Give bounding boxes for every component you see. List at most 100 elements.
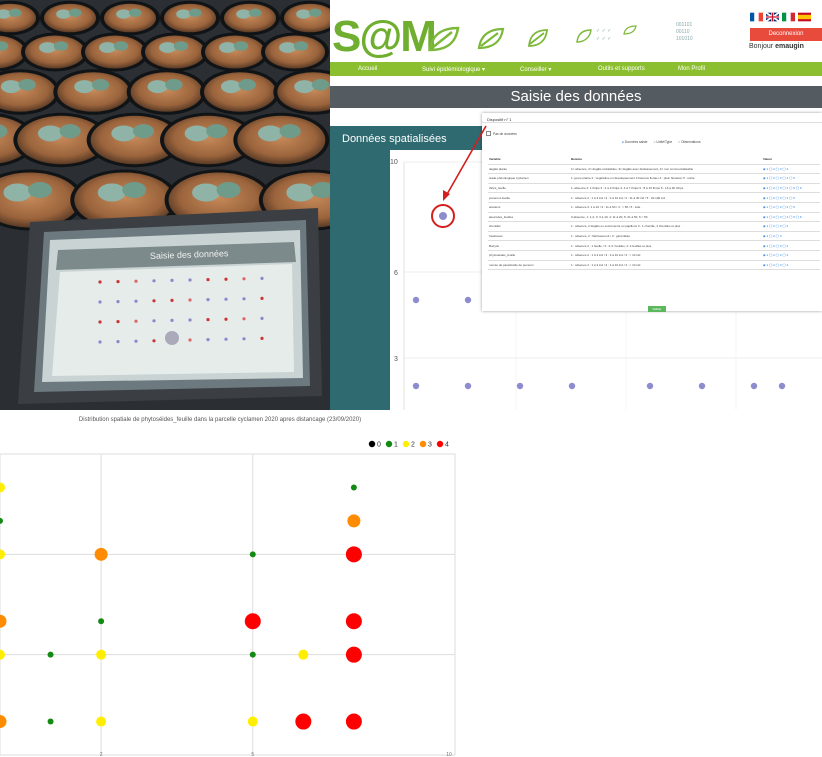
scatter-point <box>350 484 357 491</box>
header-code: 101010 <box>676 36 693 42</box>
scatter-point <box>94 547 108 561</box>
tablet-plot-point <box>134 319 138 323</box>
nav-item-suivi[interactable]: Suivi épidémiologique ▾ <box>422 66 485 73</box>
scale-description: 1: absence 2: 1 thrips 3 : 2 à 3 thrips … <box>570 183 762 194</box>
scatter-point <box>0 649 5 660</box>
scatter-point <box>0 715 7 729</box>
table-row: stade phénologique cyclamen 1: jeune plan… <box>488 173 820 184</box>
cyclamen-leaf <box>286 183 315 202</box>
section-title: Données spatialisées <box>342 133 447 145</box>
tablet-plot-point <box>170 318 174 322</box>
table-row: aleurodes_feuilles 0 absence, 1: 1-2, 3: … <box>488 212 820 223</box>
pot-soil <box>104 3 156 33</box>
tablet-plot-point <box>188 278 192 282</box>
cyclamen-leaf <box>219 42 236 53</box>
scatter-point <box>96 649 107 660</box>
tablet-plot-point <box>224 297 228 301</box>
cyclamen-leaf <box>296 9 311 19</box>
cyclamen-leaf <box>220 80 242 94</box>
tablet-plot-point <box>152 279 156 283</box>
flag-uk-icon[interactable] <box>766 12 779 22</box>
tablet-plot-point <box>224 317 228 321</box>
cyclamen-leaf <box>258 125 283 142</box>
plot-point[interactable] <box>646 382 654 390</box>
greeting: Bonjour emaugin <box>749 43 804 50</box>
scatter-point <box>347 514 361 528</box>
rating-radio-group[interactable]: ◉ 1 ◯ 2 ◯ 3 ◯ 4 ◯ 5 <box>762 173 820 184</box>
scale-description: 1 : absence 2 : 1 à 3 ind / 3 : 4 à 10 i… <box>570 192 762 203</box>
scatter-point <box>345 546 362 563</box>
plot-point[interactable] <box>464 382 472 390</box>
logout-button[interactable]: Deconnexion <box>750 28 822 41</box>
tablet-plot-point <box>116 300 120 304</box>
cyclamen-leaf <box>99 42 116 53</box>
cyclamen-leaf <box>216 182 241 198</box>
cyclamen-leaf <box>116 9 131 19</box>
scale-description: 1 : absence 2 : 1 à 3 ind / 3 : 4 à 10 i… <box>570 260 762 271</box>
plot-point[interactable] <box>750 382 758 390</box>
plot-point[interactable] <box>516 382 524 390</box>
pot-soil <box>204 72 276 112</box>
tablet-plot-point <box>134 299 138 303</box>
leaf-icon <box>528 29 548 47</box>
nav-item-conseiller[interactable]: Conseiller ▾ <box>520 66 551 73</box>
rating-radio-group[interactable]: ◉ 1 ◯ 2 ◯ 3 ◯ 4 <box>762 240 820 251</box>
flag-es-icon[interactable] <box>798 12 811 22</box>
legend-swatch <box>368 440 376 448</box>
tablet-plot-point <box>152 339 156 343</box>
tablet-plot-point <box>260 296 264 300</box>
legend-swatch <box>419 440 427 448</box>
legend-label: 1 <box>394 442 398 449</box>
tablet-plot-point <box>98 340 102 344</box>
tablet-plot-point <box>260 316 264 320</box>
scale-description: 0 absence, 1: 1-2, 3: 3 à 10, 4: 11 à 20… <box>570 212 762 223</box>
radio-option[interactable]: ● Données saisie <box>622 140 647 144</box>
rating-radio-group[interactable]: ◉ 1 ◯ 2 ◯ 3 ◯ 4 ◯ 5 <box>762 192 820 203</box>
cyclamen-leaf <box>128 8 142 17</box>
rating-radio-group[interactable]: ◉ 1 ◯ 2 ◯ 3 ◯ 4 <box>762 221 820 232</box>
pot-soil <box>44 3 96 33</box>
tablet-plot-point <box>188 298 192 302</box>
radio-option[interactable]: ○ Unité/Type <box>653 140 672 144</box>
radio-label: Données saisie <box>624 140 648 144</box>
plot-point[interactable] <box>412 296 420 304</box>
scatter-point <box>345 646 362 663</box>
variable-name: stade phénologique cyclamen <box>488 173 570 184</box>
tablet-plot-point <box>188 338 192 342</box>
rating-radio-group[interactable]: ◉ 1 ◯ 2 ◯ 3 <box>762 231 820 242</box>
cyclamen-leaf <box>122 182 147 198</box>
plot-point[interactable] <box>568 382 576 390</box>
no-data-checkbox[interactable] <box>486 131 491 136</box>
rating-radio-group[interactable]: ◉ 1 ◯ 2 ◯ 3 ◯ 4 <box>762 250 820 261</box>
greenhouse-photo: Saisie des données <box>0 0 330 410</box>
nav-item-profil[interactable]: Mon Profil <box>678 66 705 72</box>
legend-swatch <box>385 440 393 448</box>
selected-point[interactable] <box>439 212 447 220</box>
variables-table: Variable Barème Valeur dégâts plante 1= a… <box>488 155 820 271</box>
table-row: pucerons feuille 1 : absence 2 : 1 à 3 in… <box>488 192 820 203</box>
scatter-point <box>47 651 54 658</box>
plot-point[interactable] <box>778 382 786 390</box>
rating-radio-group[interactable]: ◉ 1 ◯ 2 ◯ 3 ◯ 4 ◯ 5 <box>762 202 820 213</box>
plot-point[interactable] <box>464 296 472 304</box>
flag-fr-icon[interactable] <box>750 12 763 22</box>
pot-soil <box>25 35 85 69</box>
tablet-plot-point <box>206 318 210 322</box>
rating-radio-group[interactable]: ◉ 1 ◯ 2 ◯ 3 ◯ 4 ◯ 5 ◯ 6 <box>762 212 820 223</box>
plot-point[interactable] <box>698 382 706 390</box>
rating-radio-group[interactable]: ◉ 1 ◯ 2 ◯ 3 ◯ 4 ◯ 5 ◯ 6 <box>762 183 820 194</box>
pot-soil <box>85 35 145 69</box>
main-nav: Accueil Suivi épidémiologique ▾ Conseill… <box>330 62 822 76</box>
header-small-text-1: ✓ ✓ ✓ <box>596 28 612 34</box>
nav-item-outils[interactable]: Outils et supports <box>598 66 645 72</box>
legend-label: 2 <box>411 442 415 449</box>
rating-radio-group[interactable]: ◉ 1 ◯ 2 ◯ 3 ◯ 4 <box>762 164 820 175</box>
validate-button[interactable]: Valider <box>648 306 666 312</box>
no-data-checkbox-row: Pas de données <box>486 131 517 136</box>
rating-radio-group[interactable]: ◉ 1 ◯ 2 ◯ 3 ◯ 4 <box>762 260 820 271</box>
nav-item-accueil[interactable]: Accueil <box>358 66 377 72</box>
plot-point[interactable] <box>412 382 420 390</box>
flag-it-icon[interactable] <box>782 12 795 22</box>
radio-option[interactable]: ○ Observations <box>678 140 700 144</box>
scale-description: 1 : absence 2: 1 à 10 / 3 : 11 à 50 / 4 … <box>570 202 762 213</box>
